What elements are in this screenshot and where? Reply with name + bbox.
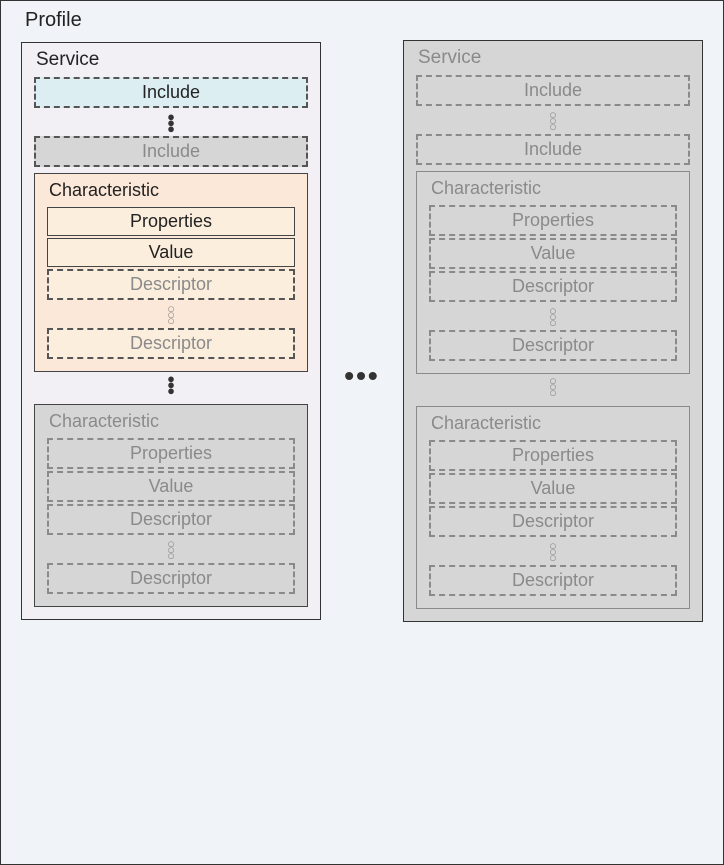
descriptor-box: Descriptor (47, 563, 295, 594)
properties-box: Properties (47, 207, 295, 236)
services-row: Service Include ●●● Include Characterist… (21, 40, 703, 622)
descriptor-box: Descriptor (47, 269, 295, 300)
horizontal-ellipsis-icon: ••• (338, 360, 385, 392)
value-box: Value (47, 238, 295, 267)
characteristic-title: Characteristic (431, 178, 677, 199)
descriptor-box: Descriptor (429, 506, 677, 537)
vertical-ellipsis-icon: ○○○ (416, 374, 690, 400)
service-title: Service (36, 49, 308, 71)
descriptor-box: Descriptor (47, 504, 295, 535)
descriptor-box: Descriptor (429, 330, 677, 361)
service-primary: Service Include ●●● Include Characterist… (21, 42, 321, 620)
properties-box: Properties (47, 438, 295, 469)
profile-container: Profile Service Include ●●● Include Char… (0, 0, 724, 865)
characteristic-title: Characteristic (431, 413, 677, 434)
vertical-ellipsis-icon: ○○○ (47, 302, 295, 328)
characteristic-primary: Characteristic Properties Value Descript… (34, 173, 308, 372)
characteristic-title: Characteristic (49, 180, 295, 201)
properties-box: Properties (429, 440, 677, 471)
service-title: Service (418, 47, 690, 69)
include-box: Include (416, 75, 690, 106)
vertical-ellipsis-icon: ●●● (34, 110, 308, 136)
descriptor-box: Descriptor (429, 565, 677, 596)
value-box: Value (429, 238, 677, 269)
include-box: Include (34, 136, 308, 167)
descriptor-box: Descriptor (429, 271, 677, 302)
vertical-ellipsis-icon: ○○○ (47, 537, 295, 563)
vertical-ellipsis-icon: ○○○ (416, 108, 690, 134)
vertical-ellipsis-icon: ○○○ (429, 539, 677, 565)
descriptor-box: Descriptor (47, 328, 295, 359)
profile-title: Profile (25, 9, 703, 32)
value-box: Value (47, 471, 295, 502)
characteristic-faded: Characteristic Properties Value Descript… (34, 404, 308, 607)
vertical-ellipsis-icon: ○○○ (429, 304, 677, 330)
vertical-ellipsis-icon: ●●● (34, 372, 308, 398)
characteristic-title: Characteristic (49, 411, 295, 432)
properties-box: Properties (429, 205, 677, 236)
include-box: Include (416, 134, 690, 165)
include-box: Include (34, 77, 308, 108)
value-box: Value (429, 473, 677, 504)
characteristic-faded: Characteristic Properties Value Descript… (416, 406, 690, 609)
service-faded: Service Include ○○○ Include Characterist… (403, 40, 703, 622)
characteristic-faded: Characteristic Properties Value Descript… (416, 171, 690, 374)
